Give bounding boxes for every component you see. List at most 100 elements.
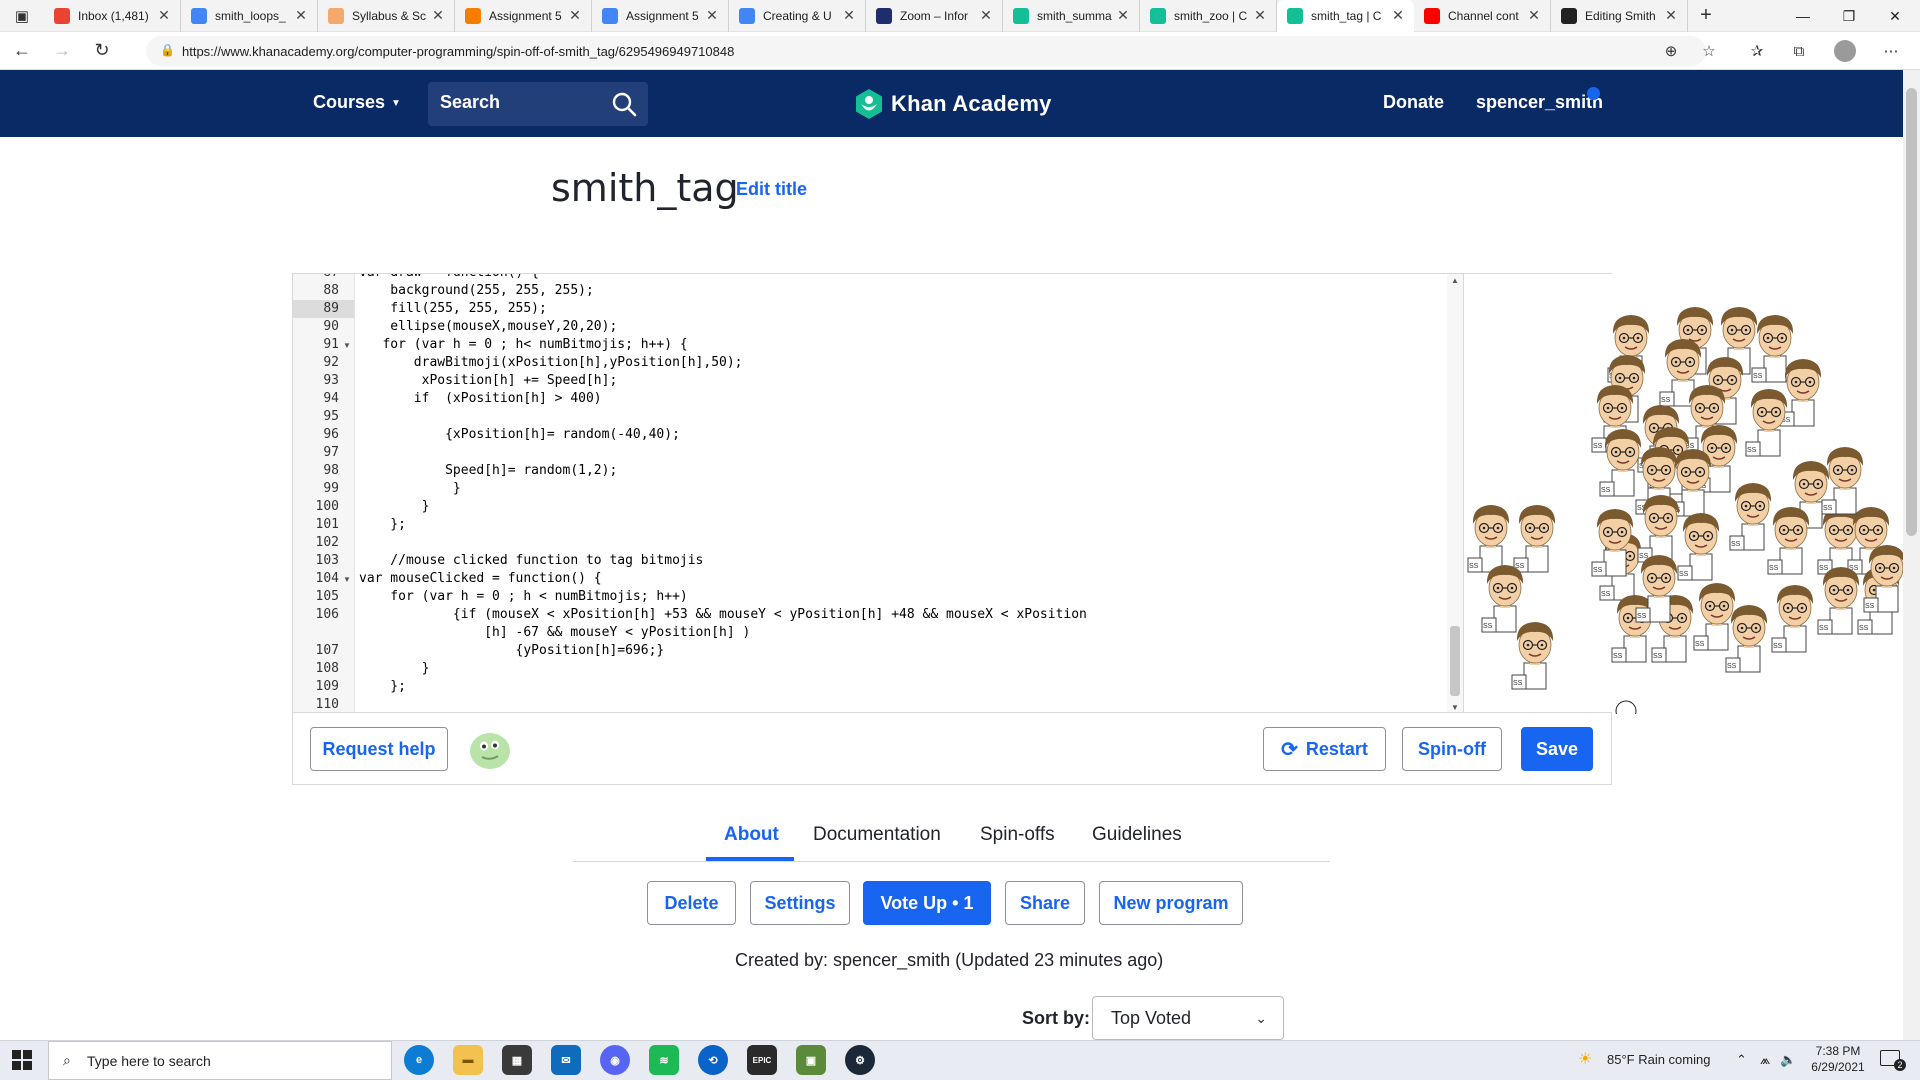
bitmoji-figure: SS <box>1611 595 1654 663</box>
app-icon[interactable]: ⟲ <box>698 1045 728 1075</box>
close-tab-icon[interactable]: ✕ <box>567 7 583 24</box>
volume-icon[interactable]: 🔈 <box>1780 1052 1796 1068</box>
edit-title-link[interactable]: Edit title <box>736 179 807 200</box>
browser-tab[interactable]: Assignment 5 ✕ <box>592 0 729 32</box>
tab-documentation[interactable]: Documentation <box>813 824 941 846</box>
browser-tab[interactable]: Channel cont ✕ <box>1414 0 1551 32</box>
file-explorer-icon[interactable]: ▬ <box>453 1045 483 1075</box>
fold-icon[interactable]: ▼ <box>343 575 351 584</box>
url-text: https://www.khanacademy.org/computer-pro… <box>182 43 735 59</box>
network-icon[interactable]: ⩕ <box>1760 1052 1770 1068</box>
close-tab-icon[interactable]: ✕ <box>1526 7 1542 24</box>
taskbar-search-input[interactable]: ⌕ Type here to search <box>48 1041 392 1080</box>
settings-button[interactable]: Settings <box>750 881 850 925</box>
close-tab-icon[interactable]: ✕ <box>1390 7 1406 24</box>
bitmoji-figure: SS <box>1467 505 1510 573</box>
search-input[interactable]: Search <box>428 82 648 126</box>
close-tab-icon[interactable]: ✕ <box>704 7 720 24</box>
minimize-icon[interactable]: — <box>1780 0 1826 32</box>
close-tab-icon[interactable]: ✕ <box>1663 7 1679 24</box>
favorites-bar-icon[interactable]: ✰ <box>1742 38 1772 64</box>
discord-icon[interactable]: ◉ <box>600 1045 630 1075</box>
close-tab-icon[interactable]: ✕ <box>1252 7 1268 24</box>
restart-label: Restart <box>1305 738 1368 759</box>
khan-academy-logo[interactable]: Khan Academy <box>855 89 1052 119</box>
tab-actions-icon[interactable]: ▣ <box>0 0 44 32</box>
browser-tab[interactable]: Inbox (1,481) ✕ <box>44 0 181 32</box>
sort-selected-value: Top Voted <box>1111 1008 1192 1028</box>
browser-tab[interactable]: smith_tag | C ✕ <box>1277 0 1414 32</box>
share-button[interactable]: Share <box>1005 881 1085 925</box>
close-window-icon[interactable]: ✕ <box>1872 0 1918 32</box>
notification-center-icon[interactable]: 2 <box>1880 1050 1906 1071</box>
tab-about[interactable]: About <box>724 824 779 846</box>
edge-icon[interactable]: e <box>404 1045 434 1075</box>
new-program-button[interactable]: New program <box>1099 881 1243 925</box>
spin-off-button[interactable]: Spin-off <box>1402 727 1502 771</box>
collections-icon[interactable]: ⧉ <box>1784 38 1814 64</box>
more-menu-icon[interactable]: ⋯ <box>1876 38 1906 64</box>
browser-tab[interactable]: smith_summa ✕ <box>1003 0 1140 32</box>
mail-icon[interactable]: ✉ <box>551 1045 581 1075</box>
save-button[interactable]: Save <box>1521 727 1593 771</box>
editor-scrollbar-thumb[interactable] <box>1450 626 1460 696</box>
minecraft-icon[interactable]: ▣ <box>796 1045 826 1075</box>
close-tab-icon[interactable]: ✕ <box>156 7 172 24</box>
clock[interactable]: 7:38 PM 6/29/2021 <box>1808 1043 1868 1075</box>
close-tab-icon[interactable]: ✕ <box>841 7 857 24</box>
browser-tab[interactable]: Zoom – Infor ✕ <box>866 0 1003 32</box>
line-number: 88 <box>323 283 339 298</box>
code-line: //mouse clicked function to tag bitmojis <box>359 553 704 568</box>
blogger-icon <box>465 7 481 24</box>
forward-icon[interactable]: → <box>44 36 80 66</box>
close-tab-icon[interactable]: ✕ <box>430 7 446 24</box>
vote-up-button[interactable]: Vote Up • 1 <box>863 881 991 925</box>
spotify-icon[interactable]: ≋ <box>649 1045 679 1075</box>
new-tab-icon[interactable]: + <box>1688 4 1724 27</box>
tab-guidelines[interactable]: Guidelines <box>1092 824 1182 846</box>
maximize-icon[interactable]: ❐ <box>1826 0 1872 32</box>
svg-text:SS: SS <box>1865 603 1875 610</box>
scroll-up-icon[interactable]: ▲ <box>1451 276 1459 285</box>
delete-button[interactable]: Delete <box>647 881 736 925</box>
svg-text:SS: SS <box>1695 641 1705 648</box>
line-number: 91 <box>323 337 339 352</box>
search-icon[interactable] <box>610 90 638 118</box>
close-tab-icon[interactable]: ✕ <box>293 7 309 24</box>
donate-link[interactable]: Donate <box>1383 92 1444 113</box>
reload-icon[interactable]: ↻ <box>84 36 120 66</box>
url-field[interactable]: 🔒 https://www.khanacademy.org/computer-p… <box>146 36 1706 66</box>
steam-icon[interactable]: ⚙ <box>845 1045 875 1075</box>
svg-text:SS: SS <box>1819 565 1829 572</box>
browser-tab[interactable]: smith_loops_ ✕ <box>181 0 318 32</box>
browser-tab[interactable]: Editing Smith ✕ <box>1551 0 1688 32</box>
request-help-button[interactable]: Request help <box>310 727 448 771</box>
restart-button[interactable]: ⟳ Restart <box>1263 727 1386 771</box>
fold-icon[interactable]: ▼ <box>343 341 351 350</box>
favorite-star-icon[interactable]: ☆ <box>1694 38 1724 64</box>
browser-tab[interactable]: Syllabus & Sc ✕ <box>318 0 455 32</box>
courses-menu[interactable]: Courses ▼ <box>313 92 401 113</box>
page-scrollbar-thumb[interactable] <box>1906 88 1917 536</box>
close-tab-icon[interactable]: ✕ <box>1115 7 1131 24</box>
weather-text[interactable]: 85°F Rain coming <box>1607 1052 1710 1067</box>
user-menu[interactable]: spencer_smith <box>1476 92 1603 113</box>
tray-chevron-icon[interactable]: ⌃ <box>1736 1052 1747 1068</box>
zoom-icon[interactable]: ⊕ <box>1656 38 1686 64</box>
back-icon[interactable]: ← <box>4 36 40 66</box>
browser-tab[interactable]: Assignment 5 ✕ <box>455 0 592 32</box>
program-output-canvas[interactable]: SS SS SS SS SS SS SS SS SS SS SS SS SS SS SS SS SS SS SS SS… <box>1463 274 1903 714</box>
close-tab-icon[interactable]: ✕ <box>978 7 994 24</box>
sort-by-select[interactable]: Top Voted ⌄ <box>1092 996 1284 1040</box>
epic-games-icon[interactable]: EPIC <box>747 1045 777 1075</box>
svg-text:SS: SS <box>1593 443 1603 450</box>
chevron-down-icon: ⌄ <box>1255 1010 1267 1026</box>
scroll-down-icon[interactable]: ▼ <box>1451 703 1459 712</box>
profile-avatar-icon[interactable] <box>1830 38 1860 64</box>
windows-start-icon[interactable] <box>12 1050 32 1070</box>
tab-spin-offs[interactable]: Spin-offs <box>980 824 1055 846</box>
browser-tab[interactable]: smith_zoo | C ✕ <box>1140 0 1277 32</box>
code-editor[interactable]: var draw = function() { background(255, … <box>355 274 1255 714</box>
store-icon[interactable]: ▦ <box>502 1045 532 1075</box>
browser-tab[interactable]: Creating & U ✕ <box>729 0 866 32</box>
